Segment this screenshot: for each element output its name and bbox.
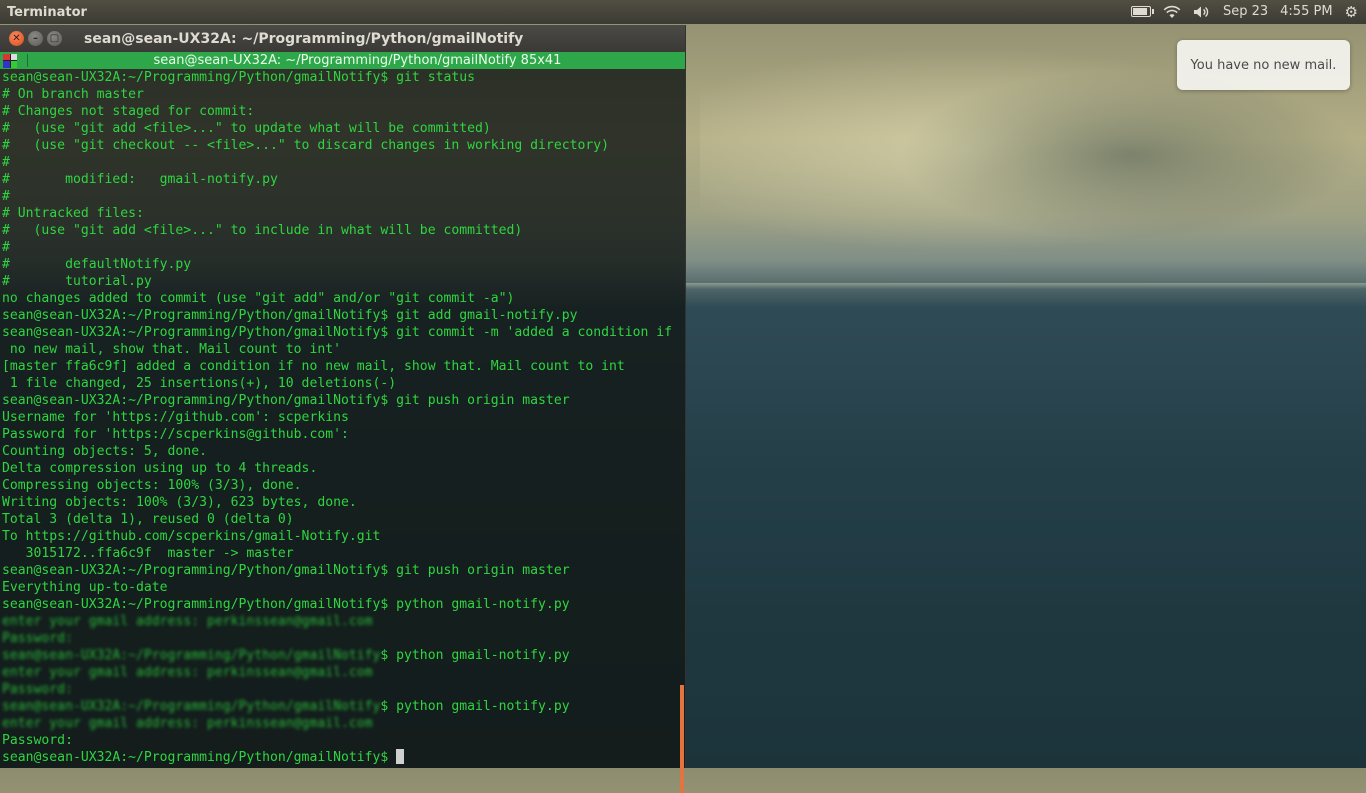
terminal-line: # modified: gmail-notify.py bbox=[2, 172, 278, 187]
terminal-line: 1 file changed, 25 insertions(+), 10 del… bbox=[2, 376, 397, 391]
minimize-icon[interactable]: – bbox=[28, 31, 43, 46]
terminal-line: # (use "git add <file>..." to include in… bbox=[2, 223, 523, 238]
terminal-line-redacted: Password: bbox=[2, 630, 685, 647]
terminal-tab-bar[interactable]: sean@sean-UX32A: ~/Programming/Python/gm… bbox=[0, 52, 685, 69]
terminal-command: $ python gmail-notify.py bbox=[380, 699, 570, 714]
terminal-line-redacted: sean@sean-UX32A:~/Programming/Python/gma… bbox=[2, 647, 685, 664]
terminal-line: Everything up-to-date bbox=[2, 580, 168, 595]
terminal-line-redacted: enter your gmail address: perkinssean@gm… bbox=[2, 613, 685, 630]
redacted-text: sean@sean-UX32A:~/Programming/Python/gma… bbox=[2, 648, 381, 663]
terminal-line-redacted: enter your gmail address: perkinssean@gm… bbox=[2, 664, 685, 681]
terminal-line: # Untracked files: bbox=[2, 206, 144, 221]
terminal-line: no new mail, show that. Mail count to in… bbox=[2, 342, 341, 357]
window-titlebar[interactable]: ✕ – ▢ sean@sean-UX32A: ~/Programming/Pyt… bbox=[0, 25, 685, 52]
volume-icon[interactable] bbox=[1193, 0, 1211, 24]
terminal-line: sean@sean-UX32A:~/Programming/Python/gma… bbox=[2, 563, 570, 578]
redacted-text: sean@sean-UX32A:~/Programming/Python/gma… bbox=[2, 699, 381, 714]
terminal-line: Compressing objects: 100% (3/3), done. bbox=[2, 478, 302, 493]
terminal-line: # (use "git checkout -- <file>..." to di… bbox=[2, 138, 609, 153]
terminal-cursor bbox=[396, 749, 405, 764]
terminal-line: # tutorial.py bbox=[2, 274, 152, 289]
active-app-title: Terminator bbox=[7, 4, 87, 20]
close-icon[interactable]: ✕ bbox=[9, 31, 24, 46]
clock-label[interactable]: 4:55 PM bbox=[1280, 0, 1332, 24]
maximize-icon[interactable]: ▢ bbox=[47, 31, 62, 46]
terminal-line: Password for 'https://scperkins@github.c… bbox=[2, 427, 349, 442]
terminal-line: To https://github.com/scperkins/gmail-No… bbox=[2, 529, 381, 544]
notification-bubble: You have no new mail. bbox=[1177, 40, 1350, 90]
terminal-line: # Changes not staged for commit: bbox=[2, 104, 255, 119]
terminal-line: # (use "git add <file>..." to update wha… bbox=[2, 121, 491, 136]
redacted-text: enter your gmail address: perkinssean@gm… bbox=[2, 665, 373, 680]
terminal-window[interactable]: ✕ – ▢ sean@sean-UX32A: ~/Programming/Pyt… bbox=[0, 25, 686, 793]
terminal-line: [master ffa6c9f] added a condition if no… bbox=[2, 359, 625, 374]
top-panel: Terminator Sep 23 4:55 PM ⚙ bbox=[0, 0, 1366, 24]
terminal-line: sean@sean-UX32A:~/Programming/Python/gma… bbox=[2, 597, 570, 612]
date-label[interactable]: Sep 23 bbox=[1223, 0, 1268, 24]
settings-gear-icon[interactable]: ⚙ bbox=[1345, 0, 1358, 24]
terminal-line: Password: bbox=[2, 733, 73, 748]
wifi-icon[interactable] bbox=[1163, 0, 1181, 24]
terminal-line-redacted: enter your gmail address: perkinssean@gm… bbox=[2, 715, 685, 732]
terminal-line-redacted: Password: bbox=[2, 681, 685, 698]
wallpaper-cloud-dark bbox=[900, 70, 1360, 240]
terminal-line: sean@sean-UX32A:~/Programming/Python/gma… bbox=[2, 70, 475, 85]
terminal-scrollbar[interactable] bbox=[680, 685, 684, 793]
terminal-line: Username for 'https://github.com': scper… bbox=[2, 410, 349, 425]
system-tray: Sep 23 4:55 PM ⚙ bbox=[1130, 0, 1358, 24]
terminal-tab-title: sean@sean-UX32A: ~/Programming/Python/gm… bbox=[153, 53, 562, 68]
terminal-line: Total 3 (delta 1), reused 0 (delta 0) bbox=[2, 512, 294, 527]
terminal-line: sean@sean-UX32A:~/Programming/Python/gma… bbox=[2, 325, 673, 340]
terminal-line: Delta compression using up to 4 threads. bbox=[2, 461, 318, 476]
terminal-line: # defaultNotify.py bbox=[2, 257, 192, 272]
redacted-text: Password: bbox=[2, 682, 73, 697]
terminal-line: # bbox=[2, 189, 10, 204]
battery-icon[interactable] bbox=[1130, 0, 1154, 24]
terminal-line-redacted: sean@sean-UX32A:~/Programming/Python/gma… bbox=[2, 698, 685, 715]
terminal-line: # bbox=[2, 240, 10, 255]
terminal-line: 3015172..ffa6c9f master -> master bbox=[2, 546, 294, 561]
redacted-text: Password: bbox=[2, 631, 73, 646]
terminal-line: sean@sean-UX32A:~/Programming/Python/gma… bbox=[2, 308, 578, 323]
terminal-command: $ python gmail-notify.py bbox=[380, 648, 570, 663]
redacted-text: enter your gmail address: perkinssean@gm… bbox=[2, 614, 373, 629]
notification-text: You have no new mail. bbox=[1190, 57, 1337, 73]
window-title: sean@sean-UX32A: ~/Programming/Python/gm… bbox=[84, 30, 524, 47]
terminal-line: no changes added to commit (use "git add… bbox=[2, 291, 515, 306]
terminal-prompt-line[interactable]: sean@sean-UX32A:~/Programming/Python/gma… bbox=[2, 749, 685, 766]
terminal-prompt: sean@sean-UX32A:~/Programming/Python/gma… bbox=[2, 750, 397, 765]
battery-outline bbox=[1130, 6, 1154, 17]
terminal-line: sean@sean-UX32A:~/Programming/Python/gma… bbox=[2, 393, 570, 408]
terminal-line: Writing objects: 100% (3/3), 623 bytes, … bbox=[2, 495, 357, 510]
battery-fill bbox=[1132, 8, 1147, 15]
wallpaper-horizon bbox=[684, 283, 1366, 289]
terminal-line: # bbox=[2, 155, 10, 170]
terminal-line: # On branch master bbox=[2, 87, 144, 102]
terminal-line: Counting objects: 5, done. bbox=[2, 444, 207, 459]
redacted-text: enter your gmail address: perkinssean@gm… bbox=[2, 716, 373, 731]
terminal-output[interactable]: sean@sean-UX32A:~/Programming/Python/gma… bbox=[0, 69, 685, 766]
